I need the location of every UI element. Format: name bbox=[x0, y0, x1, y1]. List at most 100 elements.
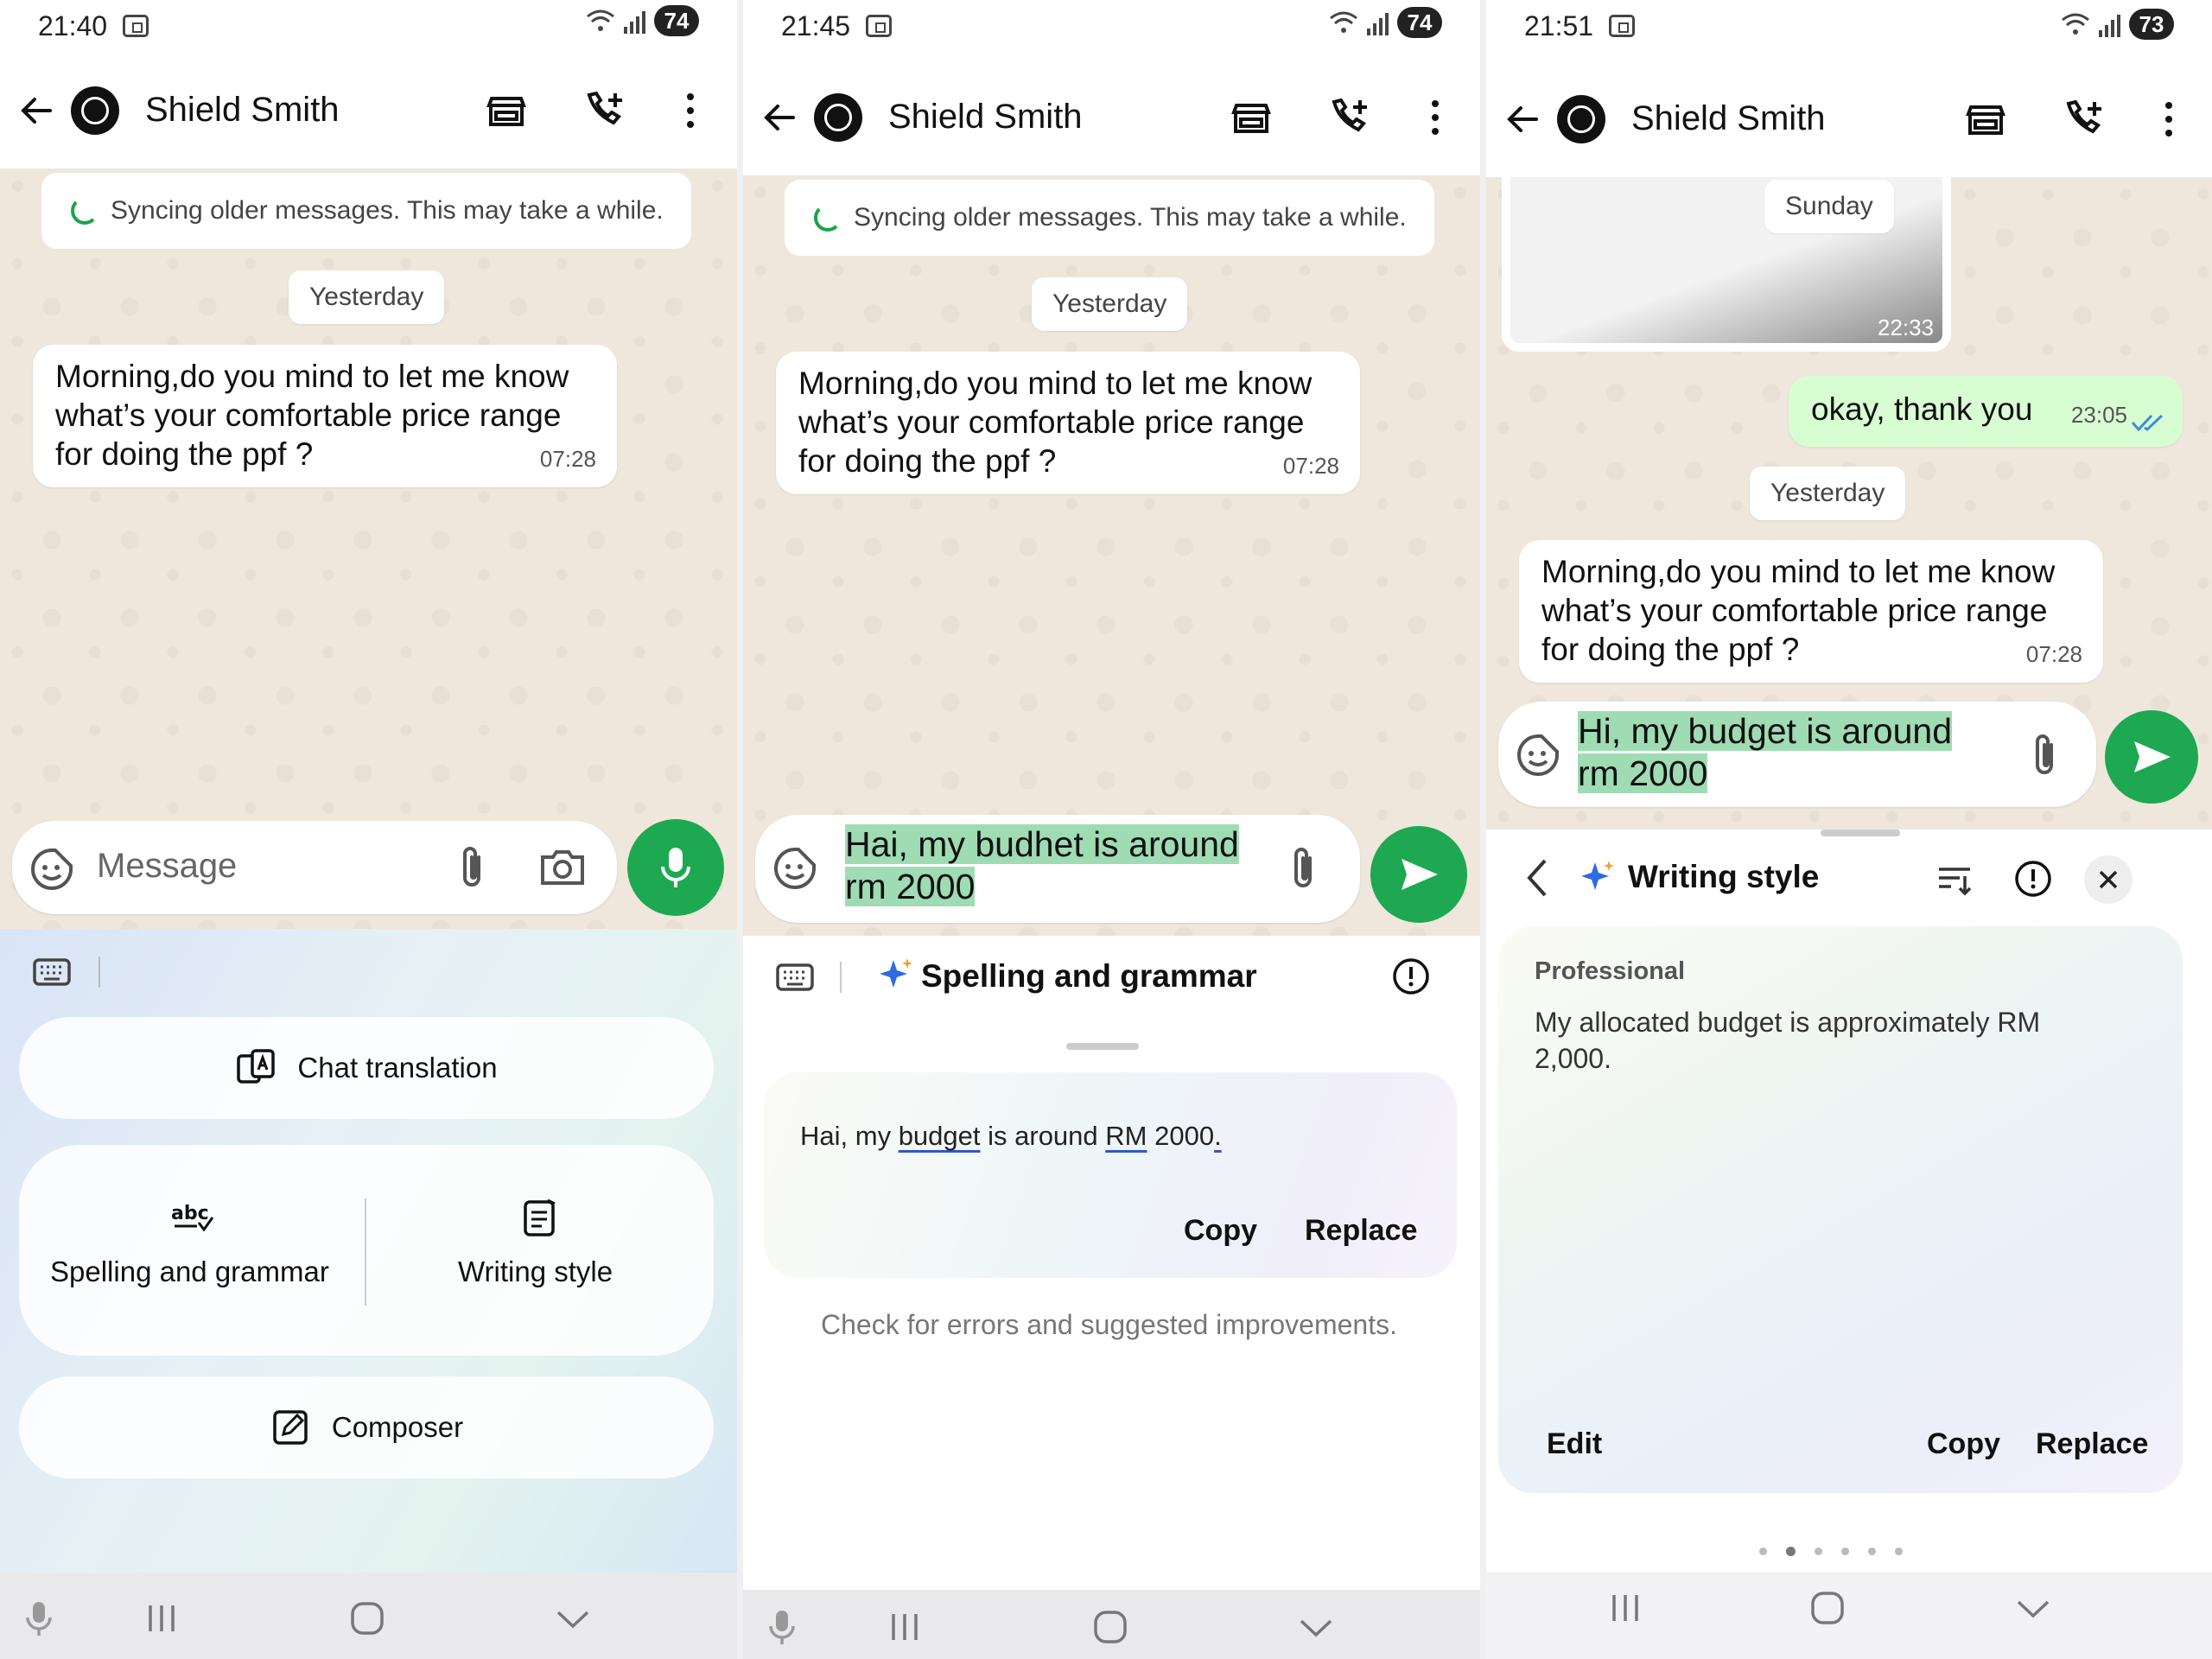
mic-button[interactable] bbox=[627, 819, 724, 916]
sort-icon[interactable] bbox=[1936, 861, 1974, 899]
writing-style-label: Writing style bbox=[458, 1255, 613, 1287]
replace-button[interactable]: Replace bbox=[2036, 1427, 2148, 1461]
sparkle-icon bbox=[1581, 861, 1614, 890]
keyboard-icon[interactable] bbox=[774, 960, 816, 995]
copy-button[interactable]: Copy bbox=[1184, 1214, 1257, 1248]
home-icon[interactable] bbox=[346, 1597, 389, 1640]
message-text[interactable]: Hai, my budhet is around rm 2000 bbox=[845, 823, 1239, 908]
message-input-bar[interactable]: Hai, my budhet is around rm 2000 bbox=[755, 815, 1360, 923]
wifi-icon bbox=[2062, 13, 2089, 35]
drag-handle[interactable] bbox=[1821, 830, 1900, 836]
shop-icon[interactable] bbox=[1229, 95, 1274, 140]
replace-button[interactable]: Replace bbox=[1305, 1214, 1417, 1248]
home-icon[interactable] bbox=[1806, 1586, 1849, 1630]
page-dot bbox=[1759, 1548, 1767, 1555]
compose-icon bbox=[273, 1410, 308, 1445]
wifi-icon bbox=[587, 10, 614, 31]
contact-name[interactable]: Shield Smith bbox=[145, 91, 340, 130]
read-receipt-icon bbox=[2131, 414, 2164, 432]
page-dot bbox=[1895, 1548, 1903, 1555]
send-button[interactable] bbox=[1370, 826, 1467, 923]
camera-icon[interactable] bbox=[539, 845, 586, 888]
system-nav-bar bbox=[1486, 1573, 2212, 1659]
more-options-icon[interactable] bbox=[2146, 97, 2191, 142]
system-nav-bar bbox=[743, 1590, 1480, 1659]
signal-icon bbox=[624, 8, 645, 34]
spelling-grammar-button[interactable]: abc Spelling and grammar bbox=[19, 1145, 365, 1356]
screen-spelling-grammar: 21:45 74 Shield Smith Syncing older mess… bbox=[743, 0, 1480, 1659]
page-indicator[interactable] bbox=[1759, 1547, 1903, 1556]
tool-title: Spelling and grammar bbox=[921, 958, 1257, 994]
info-icon[interactable] bbox=[1391, 957, 1431, 996]
message-input-bar[interactable]: Hi, my budget is around rm 2000 bbox=[1498, 702, 2096, 807]
home-icon[interactable] bbox=[1089, 1605, 1132, 1649]
close-button[interactable] bbox=[2084, 855, 2133, 904]
recents-icon[interactable] bbox=[140, 1597, 183, 1640]
attach-icon[interactable] bbox=[1284, 846, 1324, 891]
outgoing-message[interactable]: okay, thank you 23:05 bbox=[1789, 376, 2183, 447]
tool-title: Writing style bbox=[1628, 859, 1820, 894]
image-time: 22:33 bbox=[1877, 315, 1934, 340]
drag-handle[interactable] bbox=[1066, 1043, 1139, 1050]
tool-hint: Check for errors and suggested improveme… bbox=[821, 1309, 1397, 1340]
message-line: what’s your comfortable price range bbox=[55, 397, 562, 433]
send-button[interactable] bbox=[2105, 710, 2198, 804]
corrected-text[interactable]: Hai, my budget is around RM 2000. bbox=[800, 1121, 1222, 1152]
chat-translation-button[interactable]: Chat translation bbox=[19, 1017, 714, 1119]
hide-keyboard-icon[interactable] bbox=[2012, 1586, 2055, 1630]
attach-icon[interactable] bbox=[453, 845, 493, 890]
incoming-message[interactable]: Morning,do you mind to let me know what’… bbox=[776, 352, 1360, 494]
edit-button[interactable]: Edit bbox=[1547, 1427, 1602, 1461]
sticker-icon[interactable] bbox=[1516, 733, 1560, 778]
selected-text-line: rm 2000 bbox=[845, 867, 976, 906]
shop-icon[interactable] bbox=[1963, 97, 2008, 142]
back-arrow-icon[interactable] bbox=[759, 96, 802, 139]
info-icon[interactable] bbox=[2013, 859, 2053, 899]
translate-icon bbox=[237, 1049, 276, 1084]
corrected-word: RM bbox=[1105, 1121, 1147, 1151]
back-arrow-icon[interactable] bbox=[1502, 98, 1545, 141]
attach-icon[interactable] bbox=[2025, 733, 2065, 778]
add-call-icon[interactable] bbox=[2060, 97, 2105, 142]
message-line: for doing the ppf ? bbox=[798, 443, 1057, 479]
chat-header: Shield Smith bbox=[743, 59, 1480, 175]
hide-keyboard-icon[interactable] bbox=[1294, 1605, 1338, 1649]
message-text[interactable]: Hi, my budget is around rm 2000 bbox=[1578, 710, 1953, 795]
incoming-message[interactable]: Morning,do you mind to let me know what’… bbox=[33, 345, 617, 487]
sticker-icon[interactable] bbox=[772, 846, 817, 891]
contact-name[interactable]: Shield Smith bbox=[1631, 99, 1826, 138]
hide-keyboard-icon[interactable] bbox=[551, 1597, 594, 1640]
avatar[interactable] bbox=[71, 86, 119, 135]
recents-icon[interactable] bbox=[1604, 1586, 1647, 1630]
contact-name[interactable]: Shield Smith bbox=[888, 98, 1083, 137]
add-call-icon[interactable] bbox=[1325, 95, 1370, 140]
voice-input-icon[interactable] bbox=[17, 1597, 60, 1640]
writing-style-button[interactable]: Writing style bbox=[366, 1145, 714, 1356]
shop-icon[interactable] bbox=[484, 88, 529, 133]
rewritten-line: My allocated budget is approximately RM bbox=[1535, 1007, 2041, 1038]
message-line: what’s your comfortable price range bbox=[798, 404, 1305, 440]
page-dot bbox=[1868, 1548, 1876, 1555]
status-time: 21:45 bbox=[781, 10, 851, 41]
rewritten-text[interactable]: My allocated budget is approximately RM … bbox=[1535, 1004, 2040, 1077]
sticker-icon[interactable] bbox=[29, 847, 74, 892]
incoming-message[interactable]: Morning,do you mind to let me know what’… bbox=[1519, 540, 2103, 683]
voice-input-icon[interactable] bbox=[760, 1605, 804, 1649]
page-dot bbox=[1815, 1548, 1822, 1555]
add-call-icon[interactable] bbox=[581, 88, 626, 133]
more-options-icon[interactable] bbox=[1413, 95, 1458, 140]
chevron-left-icon[interactable] bbox=[1521, 855, 1555, 900]
selected-text-line: Hai, my budhet is around bbox=[845, 824, 1239, 864]
loading-spinner-icon bbox=[814, 204, 842, 232]
text-segment: Hai, my bbox=[800, 1121, 899, 1151]
more-options-icon[interactable] bbox=[668, 88, 713, 133]
message-input-bar[interactable]: Message bbox=[12, 821, 617, 914]
avatar[interactable] bbox=[1557, 94, 1605, 143]
message-placeholder[interactable]: Message bbox=[97, 847, 237, 886]
recents-icon[interactable] bbox=[883, 1605, 926, 1649]
avatar[interactable] bbox=[814, 92, 862, 142]
back-arrow-icon[interactable] bbox=[16, 89, 59, 132]
keyboard-icon[interactable] bbox=[31, 955, 73, 989]
composer-button[interactable]: Composer bbox=[19, 1376, 714, 1478]
copy-button[interactable]: Copy bbox=[1927, 1427, 2000, 1461]
